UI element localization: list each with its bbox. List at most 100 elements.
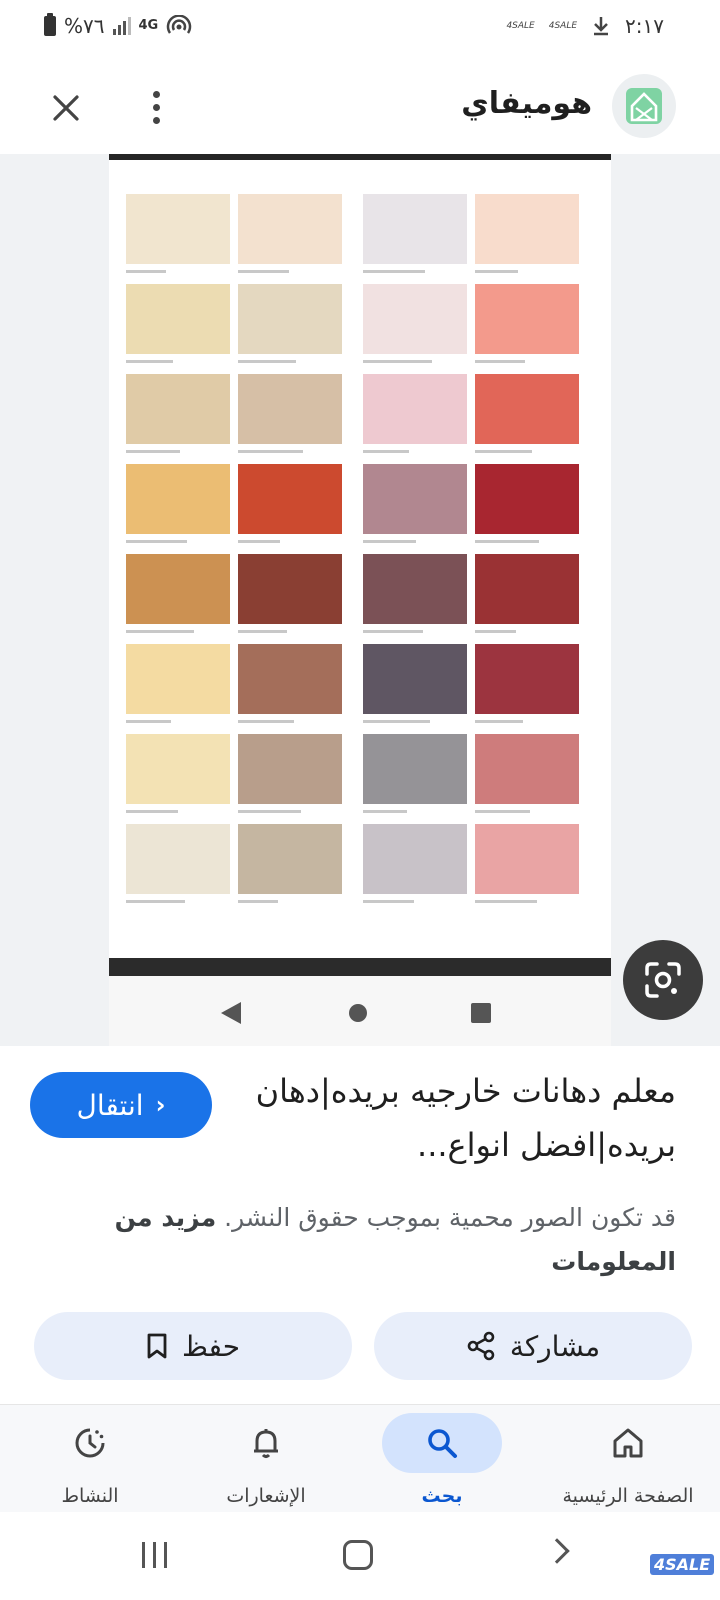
copyright-notice: قد تكون الصور محمية بموجب حقوق النشر. مز… [26, 1196, 676, 1284]
visit-button[interactable]: انتقال › [30, 1072, 212, 1138]
color-swatch [363, 554, 467, 624]
more-options-button[interactable] [136, 82, 176, 132]
bottom-navigation: الصفحة الرئيسية بحث الإشعارات النشاط [0, 1404, 720, 1512]
bell-icon [254, 1429, 278, 1458]
swatch-caption [475, 540, 539, 543]
homify-house-icon [626, 88, 662, 124]
notification-icon: 4SALE [548, 21, 578, 31]
home-icon [613, 1428, 643, 1458]
color-swatch [475, 734, 579, 804]
color-swatch [126, 194, 230, 264]
swatch-caption [238, 450, 303, 453]
download-icon [594, 17, 609, 36]
swatch-caption [238, 630, 287, 633]
color-swatch [126, 644, 230, 714]
copyright-text: قد تكون الصور محمية بموجب حقوق النشر. [224, 1203, 676, 1232]
image-viewer[interactable] [0, 154, 720, 1046]
nav-activity[interactable]: النشاط [0, 1405, 180, 1513]
nav-search[interactable]: بحث [352, 1405, 532, 1513]
search-icon [428, 1429, 457, 1458]
color-swatch [126, 734, 230, 804]
color-swatch [363, 734, 467, 804]
nav-home-label: الصفحة الرئيسية [562, 1485, 694, 1507]
close-icon [53, 95, 79, 121]
color-swatch [363, 464, 467, 534]
swatch-caption [126, 720, 171, 723]
battery-icon [44, 13, 56, 36]
color-swatch [475, 644, 579, 714]
color-swatch [238, 824, 342, 894]
network-type: 4G [138, 18, 159, 33]
image-phone-navbar [109, 976, 611, 1046]
home-dot-icon [349, 1004, 367, 1022]
color-swatch [475, 374, 579, 444]
recent-apps-button[interactable] [142, 1542, 167, 1568]
color-swatch [363, 824, 467, 894]
status-right: 4SALE 4SALE ٢:١٧ [506, 14, 664, 38]
color-swatch [126, 554, 230, 624]
color-swatch [126, 464, 230, 534]
swatch-caption [363, 630, 423, 633]
battery-level: %٧٦ [64, 14, 105, 38]
nav-notifications-label: الإشعارات [226, 1485, 306, 1507]
color-swatch [363, 194, 467, 264]
color-swatch [475, 194, 579, 264]
swatch-caption [238, 810, 301, 813]
color-swatch [475, 284, 579, 354]
color-swatch [238, 284, 342, 354]
swatch-caption [238, 720, 294, 723]
nav-activity-label: النشاط [61, 1485, 119, 1507]
nav-search-label: بحث [421, 1485, 463, 1507]
swatch-caption [363, 270, 425, 273]
close-button[interactable] [44, 86, 88, 130]
back-icon [221, 1002, 241, 1024]
site-logo[interactable] [612, 74, 676, 138]
swatch-caption [363, 360, 432, 363]
save-label: حفظ [181, 1329, 241, 1363]
back-button[interactable] [544, 1538, 570, 1564]
color-swatch [238, 194, 342, 264]
color-swatch [238, 734, 342, 804]
share-button[interactable]: مشاركة [374, 1312, 692, 1380]
swatch-caption [475, 270, 518, 273]
notification-icon: 4SALE [506, 21, 535, 31]
swatch-caption [475, 630, 516, 633]
status-left: %٧٦ 4G [44, 13, 192, 38]
nav-home[interactable]: الصفحة الرئيسية [538, 1405, 718, 1513]
home-button[interactable] [343, 1540, 373, 1570]
status-bar: %٧٦ 4G 4SALE 4SALE ٢:١٧ [0, 0, 720, 56]
chevron-right-icon: › [155, 1091, 166, 1119]
nav-notifications[interactable]: الإشعارات [176, 1405, 356, 1513]
app-bar: هوميفاي [0, 62, 720, 154]
color-swatch [475, 554, 579, 624]
image-border [109, 958, 611, 976]
color-swatch [475, 464, 579, 534]
lens-search-button[interactable] [623, 940, 703, 1020]
save-button[interactable]: حفظ [34, 1312, 352, 1380]
swatch-caption [475, 450, 532, 453]
color-chart [109, 160, 611, 955]
swatch-caption [238, 270, 289, 273]
swatch-caption [363, 450, 409, 453]
color-swatch [238, 464, 342, 534]
more-vert-icon [152, 90, 160, 98]
site-name: هوميفاي [461, 86, 592, 121]
swatch-caption [363, 900, 414, 903]
swatch-caption [126, 630, 194, 633]
color-swatch [363, 644, 467, 714]
bookmark-icon [147, 1333, 167, 1359]
result-image[interactable] [109, 154, 611, 1046]
swatch-caption [126, 540, 187, 543]
swatch-caption [363, 540, 416, 543]
swatch-caption [363, 720, 430, 723]
swatch-caption [238, 360, 296, 363]
result-title[interactable]: معلم دهانات خارجيه بريده|دهان بريده|افضل… [216, 1064, 676, 1172]
google-lens-icon [645, 962, 681, 998]
clock: ٢:١٧ [625, 14, 664, 38]
recent-apps-icon [471, 1003, 491, 1023]
color-swatch [126, 284, 230, 354]
activity-history-icon [75, 1428, 105, 1458]
color-swatch [475, 824, 579, 894]
color-swatch [126, 824, 230, 894]
color-swatch [363, 374, 467, 444]
